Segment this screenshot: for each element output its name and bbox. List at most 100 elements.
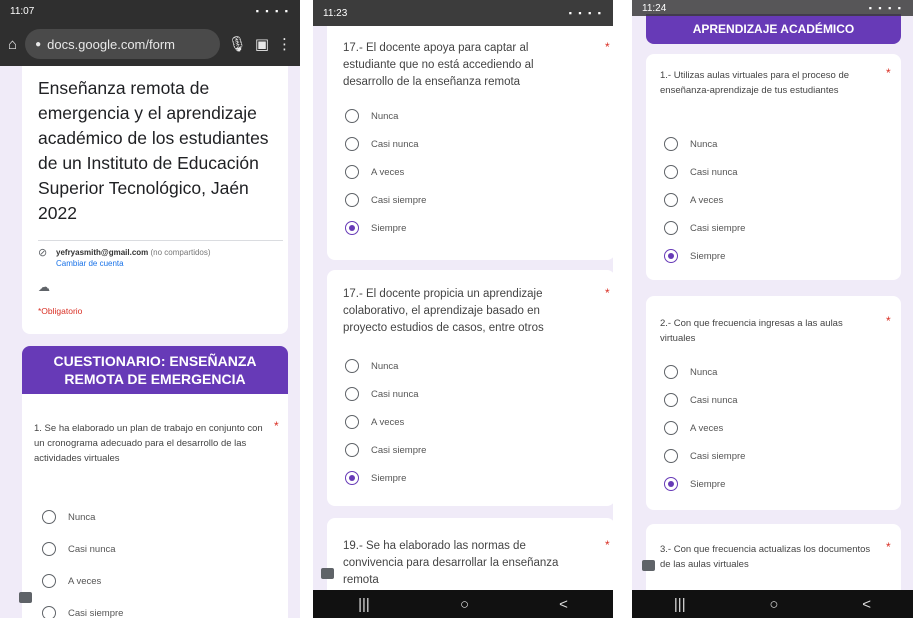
option[interactable]: Casi nunca [664, 386, 745, 414]
form-title: Enseñanza remota de emergencia y el apre… [38, 78, 269, 223]
option[interactable]: Casi nunca [42, 535, 123, 563]
radio-button[interactable] [345, 415, 359, 429]
microphone-icon[interactable]: 🎙 [228, 35, 247, 53]
option-label: Nunca [68, 511, 96, 523]
radio-button[interactable] [664, 165, 678, 179]
option-label: A veces [690, 194, 724, 206]
option-label: Casi nunca [68, 543, 116, 555]
back-icon[interactable]: < [862, 596, 871, 613]
option-selected[interactable]: Siempre [345, 464, 426, 492]
option-selected[interactable]: Siempre [345, 214, 426, 242]
option-selected[interactable]: Siempre [664, 242, 745, 270]
radio-button[interactable] [664, 421, 678, 435]
radio-button-selected[interactable] [664, 477, 678, 491]
option[interactable]: A veces [345, 408, 426, 436]
radio-button[interactable] [42, 542, 56, 556]
radio-button[interactable] [664, 365, 678, 379]
menu-icon[interactable]: ⋮ [277, 35, 292, 53]
home-button-icon[interactable]: ○ [769, 596, 778, 613]
option[interactable]: Nunca [345, 352, 426, 380]
option-selected[interactable]: Siempre [664, 470, 745, 498]
option[interactable]: Casi siempre [345, 186, 426, 214]
question-text: 17.- El docente propicia un aprendizaje … [343, 288, 544, 334]
option-label: Nunca [690, 138, 718, 150]
radio-button[interactable] [664, 221, 678, 235]
radio-button[interactable] [664, 393, 678, 407]
android-nav-bar: ||| ○ < [313, 590, 613, 618]
option[interactable]: Casi siempre [664, 442, 745, 470]
required-mark: * [886, 314, 891, 328]
radio-button[interactable] [345, 387, 359, 401]
option[interactable]: A veces [664, 414, 745, 442]
option-label: Casi siempre [690, 450, 746, 462]
required-mark: * [605, 286, 610, 300]
switch-account-link[interactable]: Cambiar de cuenta [56, 259, 124, 268]
radio-button[interactable] [664, 193, 678, 207]
radio-button[interactable] [345, 443, 359, 457]
option-label: Nunca [371, 360, 399, 372]
option[interactable]: Nunca [664, 358, 745, 386]
question-card-1: 17.- El docente apoya para captar al est… [327, 26, 613, 260]
radio-button[interactable] [42, 510, 56, 524]
tabs-icon[interactable]: ▣ [255, 35, 269, 53]
option[interactable]: A veces [664, 186, 745, 214]
status-time: 11:23 [323, 7, 348, 19]
lock-icon: ● [35, 38, 42, 50]
option[interactable]: Nunca [664, 130, 745, 158]
status-time: 11:24 [642, 2, 667, 14]
option[interactable]: A veces [42, 567, 123, 595]
radio-button[interactable] [664, 449, 678, 463]
url-text: docs.google.com/form [47, 36, 176, 52]
radio-button[interactable] [664, 137, 678, 151]
screenshot-panel-3: APRENDIZAJE ACADÉMICO 11:24 ▪ ▪ ▪ ▪ 1.- … [632, 0, 913, 618]
radio-button[interactable] [42, 574, 56, 588]
home-button-icon[interactable]: ○ [460, 596, 469, 613]
browser-toolbar: ⌂ ● docs.google.com/form 🎙 ▣ ⋮ [0, 22, 300, 66]
option-label: Siempre [690, 250, 726, 262]
status-icons: ▪ ▪ ▪ ▪ [568, 8, 603, 18]
option-label: A veces [690, 422, 724, 434]
option-label: Casi nunca [371, 388, 419, 400]
radio-button[interactable] [345, 137, 359, 151]
radio-button[interactable] [345, 359, 359, 373]
feedback-icon[interactable] [19, 592, 32, 603]
option[interactable]: A veces [345, 158, 426, 186]
radio-button[interactable] [42, 606, 56, 618]
radio-button[interactable] [345, 165, 359, 179]
option[interactable]: Casi nunca [345, 130, 426, 158]
option[interactable]: Casi siempre [42, 599, 123, 618]
home-icon[interactable]: ⌂ [8, 36, 17, 53]
option[interactable]: Casi siempre [664, 214, 745, 242]
option-label: Casi siempre [68, 607, 124, 618]
feedback-icon[interactable] [642, 560, 655, 571]
back-icon[interactable]: < [559, 596, 568, 613]
radio-button-selected[interactable] [345, 471, 359, 485]
not-shared-icon: ⊘ [38, 247, 48, 259]
option-label: Nunca [690, 366, 718, 378]
option-label: Siempre [371, 222, 407, 234]
question-text: 1.- Utilizas aulas virtuales para el pro… [660, 70, 850, 96]
required-mark: * [274, 419, 279, 433]
radio-button-selected[interactable] [345, 221, 359, 235]
url-field[interactable]: ● docs.google.com/form [25, 29, 220, 59]
option-label: Nunca [371, 110, 399, 122]
option[interactable]: Casi siempre [345, 436, 426, 464]
option[interactable]: Casi nunca [345, 380, 426, 408]
radio-button[interactable] [345, 193, 359, 207]
required-mark: * [605, 538, 610, 552]
feedback-icon[interactable] [321, 568, 334, 579]
radio-button[interactable] [345, 109, 359, 123]
radio-button-selected[interactable] [664, 249, 678, 263]
section-card: CUESTIONARIO: ENSEÑANZA REMOTA DE EMERGE… [22, 346, 288, 618]
option[interactable]: Casi nunca [664, 158, 745, 186]
option-label: Siempre [690, 478, 726, 490]
section-header: CUESTIONARIO: ENSEÑANZA REMOTA DE EMERGE… [22, 346, 288, 394]
option[interactable]: Nunca [345, 102, 426, 130]
screenshot-panel-1: 11:07 ▪ ▪ ▪ ▪ ⌂ ● docs.google.com/form 🎙… [0, 0, 300, 618]
recent-apps-icon[interactable]: ||| [358, 596, 370, 613]
section-header: APRENDIZAJE ACADÉMICO [646, 14, 901, 44]
required-note: *Obligatorio [38, 306, 83, 316]
recent-apps-icon[interactable]: ||| [674, 596, 686, 613]
option[interactable]: Nunca [42, 503, 123, 531]
account-email: yefryasmith@gmail.com [56, 248, 149, 257]
